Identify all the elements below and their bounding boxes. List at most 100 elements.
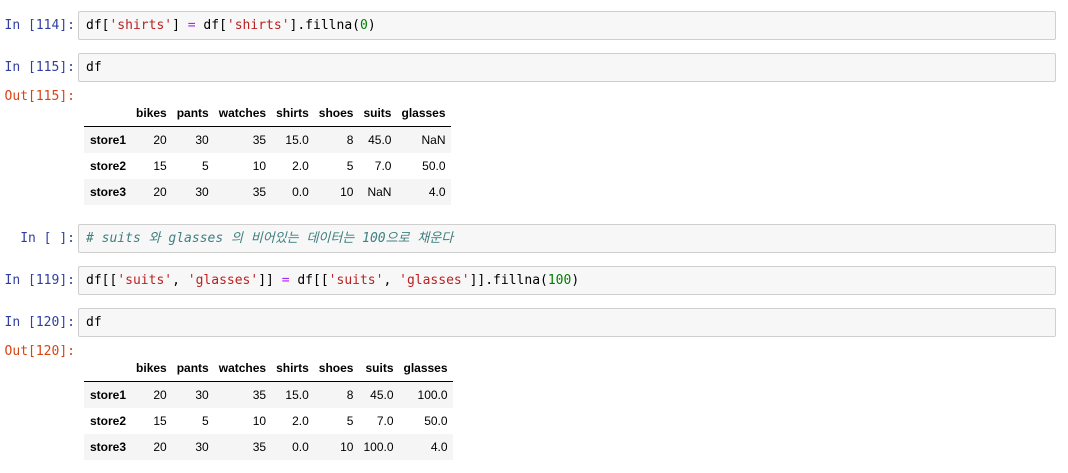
column-header: [84, 100, 132, 127]
code-token: ): [367, 18, 376, 33]
column-header: bikes: [131, 100, 172, 127]
code-token: ].fillna(: [289, 18, 360, 33]
row-index: store2: [90, 159, 127, 173]
table-cell: 5: [346, 414, 354, 428]
table-cell: NaN: [421, 133, 446, 147]
code-editor[interactable]: # suits 와 glasses 의 비어있는 데이터는 100으로 채운다: [78, 224, 1056, 253]
code-token: 'shirts': [226, 18, 290, 33]
table-cell: 30: [195, 133, 209, 147]
code-token: 'suits': [328, 273, 384, 288]
output-prompt: Out[115]:: [4, 89, 75, 104]
table-cell: 8: [346, 388, 354, 402]
column-header: pants: [171, 100, 214, 127]
column-header: suits: [358, 100, 397, 127]
input-prompt: In [115]:: [4, 60, 75, 75]
code-token: ]]: [258, 273, 282, 288]
dataframe-output: bikes pants watches shirts shoes suits glasses…: [84, 355, 453, 460]
table-cell: 10: [340, 185, 354, 199]
table-cell: 7.0: [376, 414, 394, 428]
code-token: 'suits': [117, 273, 173, 288]
table-cell: 10: [252, 159, 267, 173]
code-editor[interactable]: df: [78, 53, 1056, 82]
table-cell: 10: [340, 440, 354, 454]
table-cell: 4.0: [428, 185, 446, 199]
column-header: [84, 355, 132, 382]
table-cell: 0.0: [292, 185, 309, 199]
input-prompt: In [120]:: [4, 315, 75, 330]
table-cell: 20: [153, 388, 167, 402]
table-cell: 30: [195, 185, 209, 199]
code-token: df: [86, 315, 102, 330]
table-cell: 50.0: [424, 414, 448, 428]
code-token: df[[: [86, 273, 118, 288]
dataframe-output: bikes pants watches shirts shoes suits glasses…: [84, 100, 451, 205]
table-cell: 50.0: [422, 159, 446, 173]
table-cell: 15.0: [285, 133, 309, 147]
code-token: df[[: [289, 273, 329, 288]
row-index: store1: [90, 133, 127, 147]
input-prompt: In [ ]:: [20, 231, 75, 246]
table-cell: 2.0: [292, 159, 309, 173]
row-index: store3: [90, 185, 127, 199]
code-token: =: [281, 273, 290, 288]
code-token: ,: [383, 273, 400, 288]
table-row: store3 20 30 35 0.0 10 NaN 4.0: [84, 179, 451, 205]
table-cell: NaN: [367, 185, 392, 199]
table-cell: 100.0: [417, 388, 448, 402]
code-token: df: [86, 60, 102, 75]
column-header: shoes: [313, 355, 359, 382]
table-cell: 100.0: [363, 440, 394, 454]
table-cell: 10: [252, 414, 267, 428]
column-header: glasses: [398, 355, 453, 382]
column-header: suits: [358, 355, 399, 382]
output-prompt: Out[120]:: [4, 344, 75, 359]
table-cell: 35: [252, 440, 267, 454]
code-token: df[: [195, 18, 227, 33]
input-prompt: In [119]:: [4, 273, 75, 288]
table-cell: 35: [252, 185, 267, 199]
code-token: 'glasses': [187, 273, 259, 288]
table-row: store2 15 5 10 2.0 5 7.0 50.0: [84, 153, 451, 179]
column-header: watches: [213, 355, 272, 382]
table-cell: 15: [153, 414, 167, 428]
table-cell: 4.0: [430, 440, 448, 454]
code-token: # suits 와 glasses 의 비어있는 데이터는 100으로 채운다: [86, 231, 454, 246]
code-editor[interactable]: df[['suits', 'glasses']] = df[['suits', …: [78, 266, 1056, 295]
code-token: 100: [547, 273, 572, 288]
code-token: df[: [86, 18, 110, 33]
code-token: =: [187, 18, 196, 33]
code-token: ): [571, 273, 580, 288]
row-index: store2: [90, 414, 127, 428]
table-row: store1 20 30 35 15.0 8 45.0 100.0: [84, 381, 453, 408]
column-header: glasses: [396, 100, 451, 127]
table-row: store3 20 30 35 0.0 10 100.0 4.0: [84, 434, 453, 460]
table-cell: 35: [252, 133, 267, 147]
table-cell: 20: [153, 440, 167, 454]
code-token: 0: [359, 18, 368, 33]
code-token: ]: [172, 18, 188, 33]
table-cell: 35: [252, 388, 267, 402]
table-row: store1 20 30 35 15.0 8 45.0 NaN: [84, 126, 451, 153]
table-cell: 5: [346, 159, 354, 173]
table-cell: 20: [153, 133, 167, 147]
table-cell: 45.0: [368, 133, 392, 147]
table-row: store2 15 5 10 2.0 5 7.0 50.0: [84, 408, 453, 434]
table-cell: 20: [153, 185, 167, 199]
row-index: store3: [90, 440, 127, 454]
code-editor[interactable]: df: [78, 308, 1056, 337]
column-header: shirts: [271, 355, 314, 382]
code-token: ,: [172, 273, 188, 288]
table-cell: 7.0: [374, 159, 392, 173]
column-header: bikes: [131, 355, 172, 382]
table-cell: 15: [153, 159, 167, 173]
table-cell: 0.0: [292, 440, 309, 454]
code-editor[interactable]: df['shirts'] = df['shirts'].fillna(0): [78, 11, 1056, 40]
column-header: watches: [213, 100, 272, 127]
table-cell: 30: [195, 388, 209, 402]
code-token: 'shirts': [109, 18, 173, 33]
column-header: shirts: [271, 100, 314, 127]
table-cell: 8: [346, 133, 354, 147]
table-cell: 15.0: [285, 388, 309, 402]
column-header: shoes: [313, 100, 359, 127]
table-cell: 45.0: [370, 388, 394, 402]
